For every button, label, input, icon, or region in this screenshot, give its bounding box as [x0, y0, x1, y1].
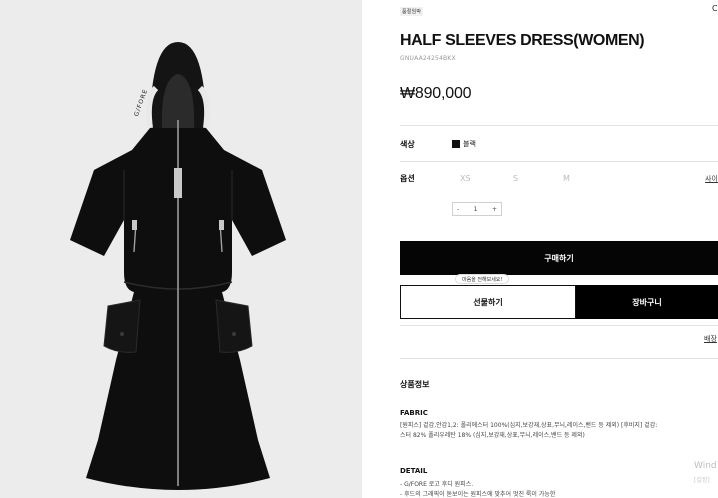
- gift-button[interactable]: 선물하기: [400, 285, 576, 319]
- product-image: [70, 42, 286, 490]
- detail-title: DETAIL: [400, 467, 428, 475]
- status-badge: 품절임박: [400, 7, 424, 16]
- option-label: 옵션: [400, 174, 415, 183]
- divider: [400, 125, 718, 126]
- product-image-gallery[interactable]: G/FORE: [0, 0, 362, 498]
- qty-minus-button[interactable]: -: [457, 206, 459, 213]
- gift-tooltip: 마음을 전해보세요!: [455, 274, 510, 284]
- qty-plus-button[interactable]: +: [492, 206, 497, 213]
- size-guide-link[interactable]: 사이: [705, 174, 718, 184]
- product-info-title: 상품정보: [400, 380, 430, 389]
- size-option-m[interactable]: M: [563, 174, 570, 183]
- shipping-link[interactable]: 배장: [704, 334, 717, 344]
- divider: [400, 325, 718, 326]
- size-option-xs[interactable]: XS: [460, 174, 471, 183]
- color-swatch[interactable]: [452, 140, 460, 148]
- corner-text: C: [712, 4, 718, 13]
- zipper-pull: [174, 168, 182, 198]
- fabric-line-1: [원피스] 겉감,안감1,2: 폴리에스터 100%(심지,보강재,상표,무늬,…: [400, 422, 658, 429]
- divider: [400, 161, 718, 162]
- product-price: ₩890,000: [400, 85, 472, 102]
- color-name: 블랙: [463, 140, 476, 148]
- quantity-stepper: - 1 +: [452, 202, 502, 216]
- fabric-title: FABRIC: [400, 409, 428, 417]
- product-code: GNUAA24254BKX: [400, 55, 456, 62]
- buy-button[interactable]: 구매하기: [400, 241, 718, 275]
- color-label: 색상: [400, 140, 415, 149]
- product-title: HALF SLEEVES DRESS(WOMEN): [400, 32, 645, 49]
- detail-line-1: - G/FORE 로고 후디 원피스.: [400, 481, 474, 488]
- detail-line-2: - 후드의 그래픽이 돋보이는 원피스에 맞추어 멋진 룩이 가능한: [400, 491, 556, 498]
- size-option-s[interactable]: S: [513, 174, 518, 183]
- add-to-cart-button[interactable]: 장바구니: [576, 285, 718, 319]
- qty-value[interactable]: 1: [474, 206, 478, 213]
- divider: [400, 358, 718, 359]
- fabric-line-2: 스터 82% 폴리우레탄 18% (심지,보강재,상표,무늬,레이스,밴드 등 …: [400, 432, 585, 439]
- activation-watermark-sub: [설정]: [694, 477, 710, 484]
- activation-watermark: Wind: [694, 461, 717, 471]
